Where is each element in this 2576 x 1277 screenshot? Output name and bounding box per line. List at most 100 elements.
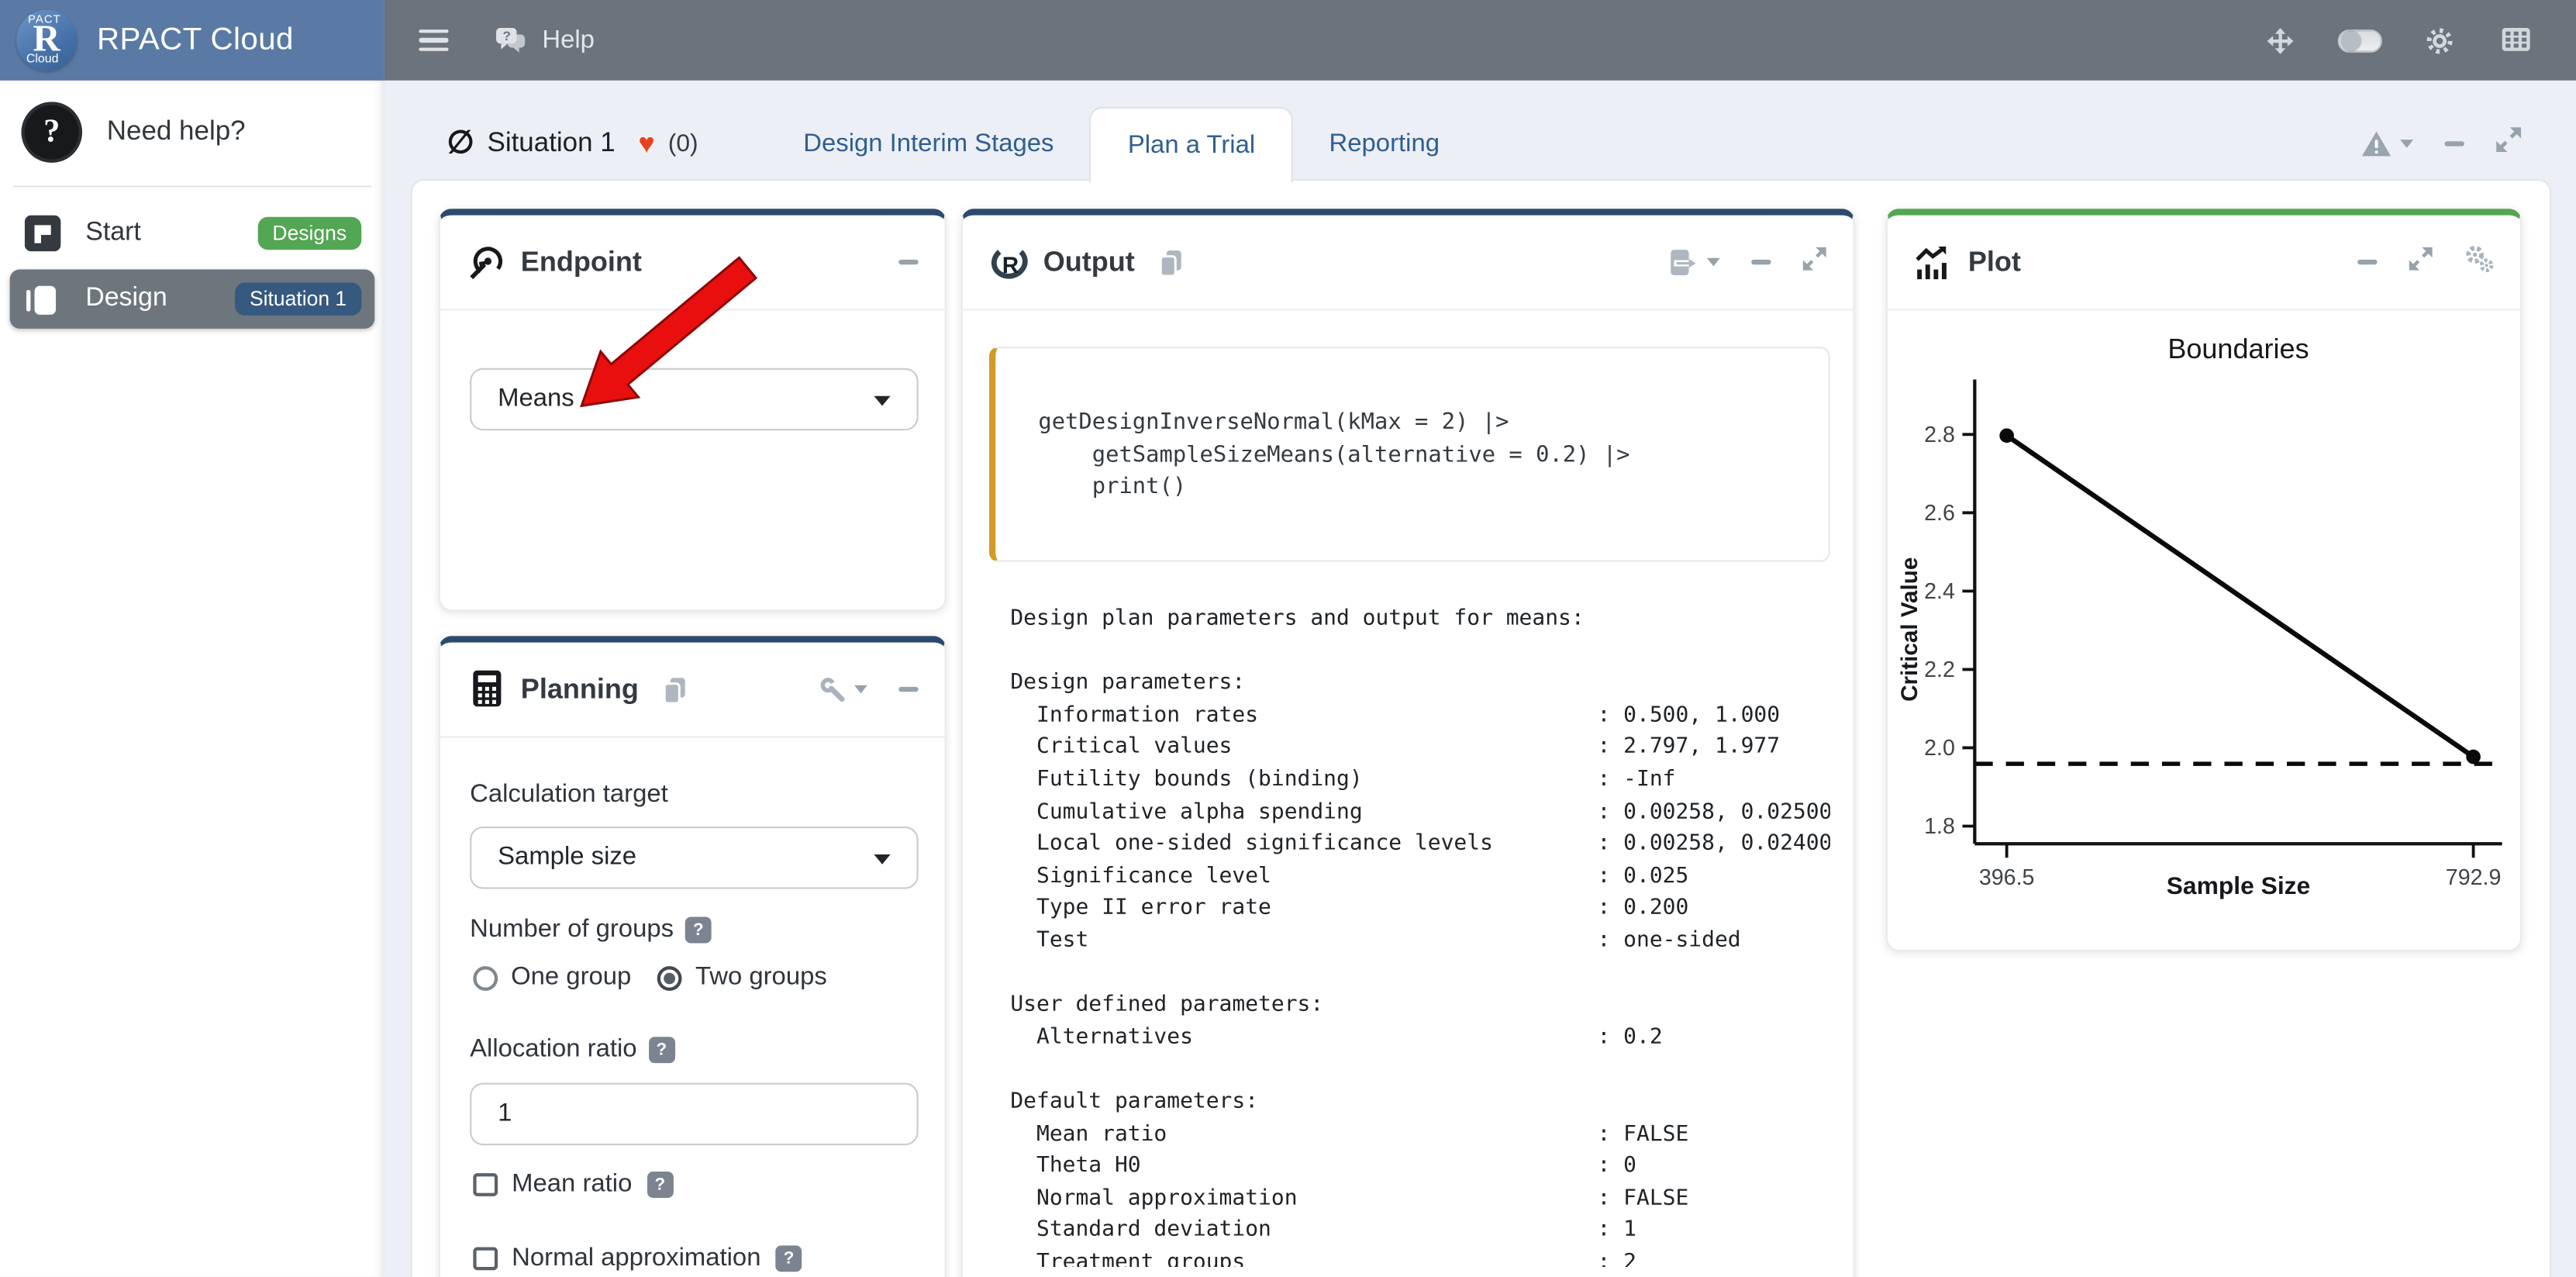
start-icon [23,214,63,254]
apps-grid-icon[interactable] [2497,20,2536,60]
output-card-title: Output [1043,246,1135,278]
normal-approximation-checkbox[interactable] [473,1247,497,1271]
favorites-count: (0) [668,129,698,157]
svg-text:2.6: 2.6 [1924,501,1955,526]
svg-text:1.8: 1.8 [1924,814,1955,839]
dark-mode-toggle[interactable] [2338,29,2382,52]
collapse-icon[interactable] [2444,142,2464,146]
chart-icon [1914,243,1954,282]
help-question-badge[interactable]: ? [685,917,712,944]
need-help-button[interactable]: ? Need help? [0,81,385,182]
planning-card-header: Planning [440,643,945,738]
help-question-badge[interactable]: ? [776,1245,802,1272]
output-card-header: R Output [963,216,1854,311]
annotation-arrow [570,254,767,419]
chart-x-axis-label: Sample Size [1974,872,2502,900]
navbar-actions [2260,20,2536,60]
expand-icon[interactable] [1802,246,1827,278]
help-question-badge[interactable]: ? [648,1037,674,1063]
designs-badge: Designs [257,217,361,250]
mean-ratio-checkbox[interactable] [473,1173,497,1197]
planning-card: Planning [439,636,947,1277]
plot-card-header: Plot [1888,216,2520,311]
help-button[interactable]: ? Help [491,20,595,60]
tab-strip-tools [2360,107,2551,181]
main-content: ∅ Situation 1 ♥ (0) Design Interim Stage… [385,81,2576,1277]
sidebar-item-start[interactable]: Start Designs [10,204,374,263]
sidebar: PACT R Cloud RPACT Cloud ? Need help? St… [0,0,385,1277]
svg-text:2.4: 2.4 [1924,579,1955,604]
sidebar-menu: Start Designs Design Situation 1 [0,204,385,329]
radio-two-groups[interactable] [657,965,682,990]
sidebar-item-label: Start [85,219,141,248]
radio-one-group[interactable] [473,965,498,990]
groups-radio-row: One group Two groups [473,963,826,992]
svg-text:2.0: 2.0 [1924,736,1955,761]
brand: PACT R Cloud RPACT Cloud [0,0,385,81]
planning-card-title: Planning [521,673,639,706]
endpoint-select-value: Means [498,385,574,414]
collapse-icon[interactable] [1751,260,1771,264]
sidebar-toggle-icon[interactable] [419,29,448,52]
design-icon [23,279,63,319]
warnings-dropdown[interactable] [2360,129,2413,157]
brand-title: RPACT Cloud [97,22,294,59]
situation-label: Situation 1 [487,128,615,159]
calculation-target-label: Calculation target [470,781,668,810]
tab-panel: Endpoint Means [411,179,2551,1277]
situation-tab-group[interactable]: ∅ Situation 1 ♥ (0) [411,107,698,181]
empty-set-icon: ∅ [447,125,474,163]
app-window: ? Help [0,0,2576,1277]
checkbox-label: Normal approximation [512,1244,760,1273]
help-bubbles-icon: ? [491,20,531,60]
fullscreen-icon[interactable] [2260,20,2300,60]
plot-settings-gears-icon[interactable] [2464,244,2494,281]
sidebar-item-design[interactable]: Design Situation 1 [10,270,374,329]
file-export-icon [1669,247,1698,277]
wrench-icon [820,676,847,702]
collapse-icon[interactable] [898,687,918,691]
tab-plan-a-trial[interactable]: Plan a Trial [1090,107,1293,182]
collapse-icon[interactable] [2357,260,2377,264]
expand-icon[interactable] [2409,246,2433,278]
caret-down-icon [1707,258,1720,267]
copy-icon[interactable] [660,675,689,704]
allocation-ratio-label: Allocation ratio ? [470,1035,674,1065]
expand-icon[interactable] [2495,126,2522,161]
svg-text:?: ? [502,28,509,43]
chevron-down-icon [874,396,890,406]
chalk-question-icon: ? [22,102,82,162]
number-of-groups-label: Number of groups ? [470,915,712,944]
allocation-ratio-input[interactable]: 1 [470,1083,919,1146]
r-logo-icon: R [989,243,1029,282]
svg-text:2.8: 2.8 [1924,423,1955,447]
caret-down-icon [2400,140,2413,148]
plot-card-title: Plot [1968,246,2021,278]
tab-strip: ∅ Situation 1 ♥ (0) Design Interim Stage… [411,107,2551,181]
caret-down-icon [854,685,867,694]
radio-label: One group [511,963,631,992]
svg-text:R: R [1002,252,1018,278]
copy-icon[interactable] [1156,247,1185,277]
toggle-knob [2341,31,2360,50]
output-card: R Output [961,209,1855,1277]
mean-ratio-row: Mean ratio ? [473,1170,673,1199]
need-help-label: Need help? [107,116,246,147]
allocation-ratio-value: 1 [498,1099,512,1129]
plot-card: Plot [1886,209,2522,951]
heart-icon: ♥ [638,127,654,160]
collapse-icon[interactable] [898,260,918,264]
tab-design-interim-stages[interactable]: Design Interim Stages [767,107,1090,181]
export-dropdown[interactable] [1669,247,1720,277]
top-navbar: ? Help [385,0,2576,81]
settings-wrench-dropdown[interactable] [820,676,867,702]
svg-text:2.2: 2.2 [1924,657,1955,682]
r-console-output: Design plan parameters and output for me… [1010,603,1830,1267]
tab-reporting[interactable]: Reporting [1293,107,1476,181]
help-question-badge[interactable]: ? [647,1172,673,1198]
sidebar-item-label: Design [85,285,167,314]
theme-sun-icon[interactable] [2420,20,2460,60]
r-code-block: getDesignInverseNormal(kMax = 2) |> getS… [989,347,1830,562]
calculation-target-select[interactable]: Sample size [470,827,919,889]
checkbox-label: Mean ratio [512,1170,632,1199]
